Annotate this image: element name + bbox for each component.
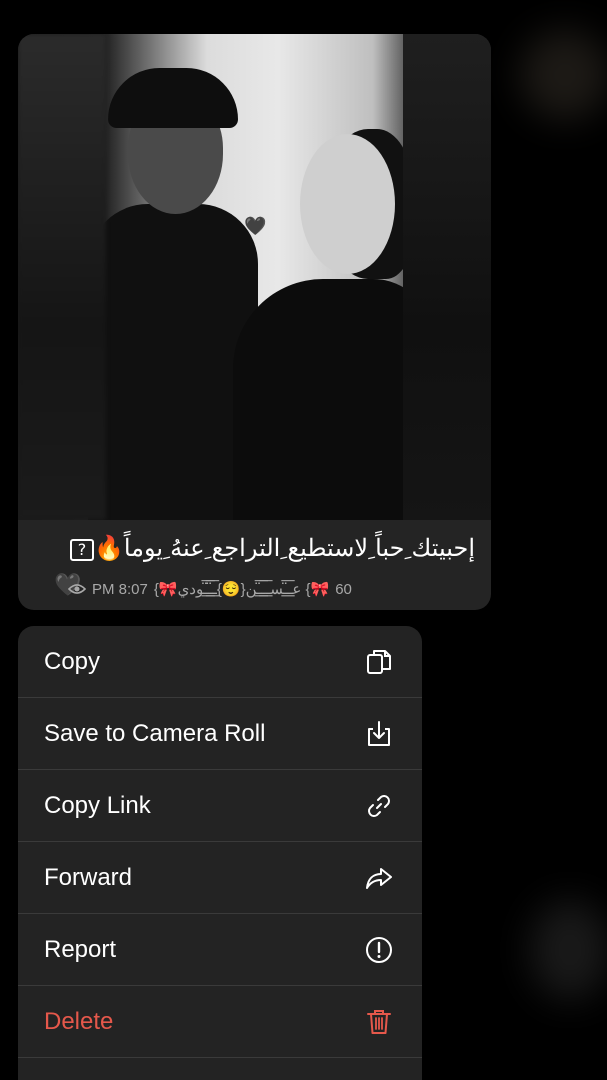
menu-item-delete[interactable]: Delete (18, 986, 422, 1058)
copy-icon (367, 649, 391, 674)
save-download-icon (368, 720, 390, 746)
background-blur (520, 30, 607, 120)
message-meta: PM 8:07 {🎀عـ̈͟͞ـسـ͟͞ـ̈͟͞ـن{😌}ـ̈͟͞ـ̈͟͞ـود… (68, 580, 473, 598)
unknown-glyph-box: ? (69, 538, 94, 561)
background-blur (530, 900, 607, 1000)
photo-figure-man-cap (108, 68, 238, 128)
menu-item-label: Report (44, 935, 117, 963)
caption-text: إحبيتك ِحباً ِلاستطيع ِالتراجع ِعنهُ ِيو… (123, 534, 475, 562)
sender-signature: {🎀عـ̈͟͞ـسـ͟͞ـ̈͟͞ـن{😌}ـ̈͟͞ـ̈͟͞ـودي {🎀 (153, 581, 330, 598)
view-count: 60 (335, 580, 352, 598)
views-eye-icon (68, 584, 86, 594)
menu-item-label: Forward (44, 863, 133, 891)
message-photo[interactable]: 🖤 (18, 34, 491, 520)
exclamation-circle-icon (366, 936, 392, 963)
message-bubble[interactable]: 🖤 ? 🔥إحبيتك ِحباً ِلاستطيع ِالتراجع ِعنهُ… (18, 34, 491, 610)
photo-blur-edge-right (403, 34, 491, 520)
menu-item-label: Save to Camera Roll (44, 719, 266, 747)
forward-arrow-icon (366, 867, 392, 889)
context-menu: Copy Save to Camera Roll Copy Link Forwa… (18, 626, 422, 1080)
message-time: PM 8:07 (92, 580, 148, 598)
menu-item-label: Copy Link (44, 791, 151, 819)
menu-item-save-to-camera-roll[interactable]: Save to Camera Roll (18, 698, 422, 770)
fire-emoji: 🔥 (93, 534, 124, 562)
link-icon (368, 794, 390, 817)
menu-item-forward[interactable]: Forward (18, 842, 422, 914)
menu-item-report[interactable]: Report (18, 914, 422, 986)
trash-icon (367, 1009, 391, 1034)
menu-item-label: Copy (44, 647, 101, 675)
menu-item-label: Delete (44, 1007, 114, 1035)
message-caption: ? 🔥إحبيتك ِحباً ِلاستطيع ِالتراجع ِعنهُ ِ… (30, 534, 475, 562)
menu-item-copy[interactable]: Copy (18, 626, 422, 698)
photo-figure-woman-head (300, 134, 395, 274)
menu-item-copy-link[interactable]: Copy Link (18, 770, 422, 842)
heart-icon: 🖤 (244, 216, 267, 236)
photo-blur-edge-left (18, 34, 106, 520)
